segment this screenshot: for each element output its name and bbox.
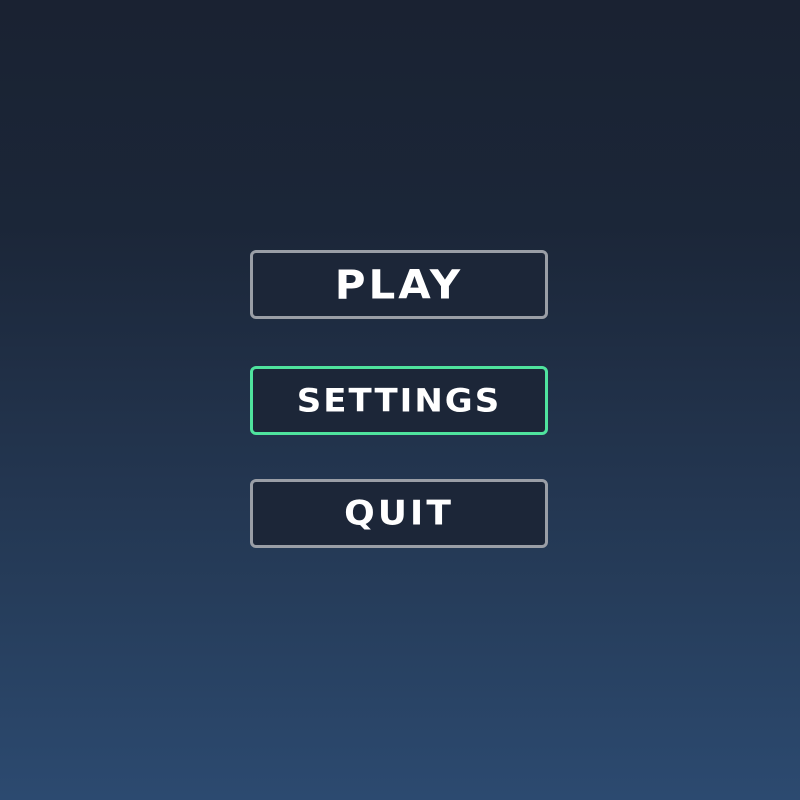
quit-button-label: QUIT	[344, 493, 454, 533]
quit-button[interactable]: QUIT	[250, 479, 548, 548]
settings-button-label: SETTINGS	[296, 381, 502, 420]
main-menu-screen: { "menu": { "items": [ { "id": "play", "…	[0, 0, 800, 800]
play-button-label: PLAY	[334, 260, 464, 308]
play-button[interactable]: PLAY	[250, 250, 548, 319]
settings-button[interactable]: SETTINGS	[250, 366, 548, 435]
